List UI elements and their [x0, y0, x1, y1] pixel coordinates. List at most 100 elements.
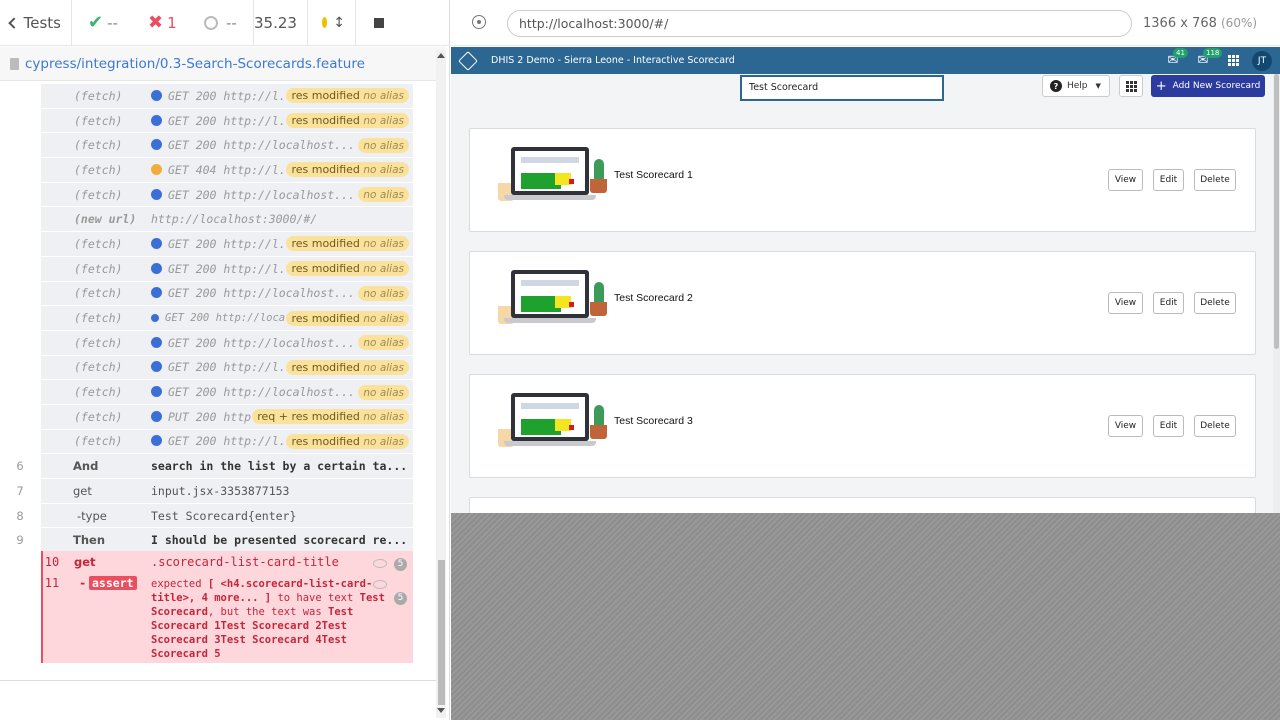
- assert-label: assert: [89, 576, 137, 590]
- help-button[interactable]: ? Help ▼: [1042, 75, 1110, 97]
- tests-label: Tests: [23, 13, 61, 32]
- stop-icon: [374, 17, 384, 28]
- chevron-left-icon: [8, 16, 20, 29]
- run-duration: 35.23: [254, 0, 308, 46]
- command-badge: no alias: [358, 137, 409, 153]
- delete-button[interactable]: Delete: [1194, 292, 1236, 314]
- command-badge: no alias: [358, 335, 409, 351]
- reporter-scrollbar-thumb[interactable]: [438, 560, 445, 705]
- apps-grid-icon: [1227, 55, 1239, 66]
- scorecard-card[interactable]: Test Scorecard 1 View Edit Delete: [469, 128, 1256, 232]
- command-row[interactable]: (fetch) GET 200 http://l... res modified n…: [41, 429, 413, 455]
- command-badge: res modified no alias: [286, 236, 409, 252]
- command-badge: req + res modified no alias: [252, 409, 409, 425]
- request-dot-icon: [151, 386, 162, 398]
- edit-button[interactable]: Edit: [1153, 169, 1184, 191]
- file-icon: [10, 57, 19, 70]
- scorecard-title: Test Scorecard 3: [614, 415, 693, 427]
- scorecard-card[interactable]: [469, 497, 1256, 513]
- command-row[interactable]: (fetch) GET 200 http://l... res modified n…: [41, 84, 413, 109]
- step-row[interactable]: 8 -type Test Scorecard{enter}: [16, 503, 413, 529]
- apps-menu-button[interactable]: [1218, 55, 1248, 66]
- dhis2-logo-icon[interactable]: [458, 50, 478, 71]
- request-dot-icon: [151, 336, 162, 348]
- delete-button[interactable]: Delete: [1194, 415, 1236, 437]
- view-button[interactable]: View: [1108, 415, 1143, 437]
- command-row[interactable]: (fetch) GET 200 http://l... res modified n…: [41, 256, 413, 282]
- aut-url-bar[interactable]: http://localhost:3000/#/: [507, 10, 1132, 37]
- command-row[interactable]: (fetch) GET 200 http://localhost... no ali…: [41, 330, 413, 356]
- delete-button[interactable]: Delete: [1194, 169, 1236, 191]
- command-row[interactable]: (fetch) GET 404 http://l... res modified n…: [41, 158, 413, 183]
- command-badge: res modified no alias: [286, 261, 409, 277]
- eye-slash-icon: [373, 559, 387, 568]
- scorecard-card[interactable]: Test Scorecard 2 View Edit Delete: [469, 251, 1256, 355]
- question-icon: ?: [1050, 80, 1062, 92]
- app-iframe: DHIS 2 Demo - Sierra Leone - Interactive…: [451, 47, 1280, 513]
- pending-circle-icon: [204, 15, 218, 30]
- pending-count: --: [182, 0, 254, 46]
- command-row[interactable]: (new url) http://localhost:3000/#/: [41, 207, 413, 233]
- messages-button[interactable]: ✉ 118: [1188, 48, 1223, 68]
- request-dot-icon: [151, 237, 162, 249]
- scorecard-thumbnail: [494, 268, 614, 328]
- failed-get-row[interactable]: 10 get .scorecard-list-card-title 5: [43, 555, 413, 573]
- updown-arrow-icon: ↕: [333, 14, 345, 31]
- tests-button[interactable]: Tests: [0, 0, 72, 46]
- request-dot-icon: [151, 139, 162, 151]
- request-dot-icon: [151, 361, 162, 373]
- app-scrollbar-thumb[interactable]: [1274, 74, 1279, 349]
- command-log: (fetch) GET 200 http://l... res modified n…: [16, 84, 413, 554]
- command-badge: no alias: [358, 285, 409, 301]
- edit-button[interactable]: Edit: [1153, 415, 1184, 437]
- cypress-reporter: Tests ✔ -- ✖ 1 -- 35.23 ↕ cypress/integr…: [0, 0, 450, 720]
- app-scrollbar[interactable]: [1273, 74, 1280, 513]
- command-row[interactable]: (fetch) GET 200 http://localhost... no ali…: [41, 380, 413, 405]
- command-row[interactable]: (fetch) GET 200 http://localhost... no ali…: [41, 133, 413, 159]
- stop-button[interactable]: [356, 0, 396, 46]
- scorecard-thumbnail: [494, 391, 614, 451]
- viewport-size: 1366 x 768 (60%): [1143, 16, 1258, 31]
- user-avatar[interactable]: JT: [1252, 50, 1272, 71]
- failed-command-block[interactable]: 10 get .scorecard-list-card-title 5 11 -…: [41, 551, 413, 663]
- command-row[interactable]: (fetch)PUT 200 http...req + res modified…: [41, 404, 413, 430]
- command-row[interactable]: (fetch)GET 200 http://loca...res modifie…: [41, 306, 413, 331]
- command-row[interactable]: (fetch) GET 200 http://localhost... no ali…: [41, 182, 413, 208]
- step-row[interactable]: 9 Then I should be presented scorecard re.…: [16, 528, 413, 554]
- dhis2-header-bar: DHIS 2 Demo - Sierra Leone - Interactive…: [451, 47, 1280, 74]
- command-badge: no alias: [358, 384, 409, 400]
- step-row[interactable]: 6 And search in the list by a certain ta..…: [16, 454, 413, 479]
- x-icon: ✖: [148, 12, 164, 33]
- command-row[interactable]: (fetch) GET 200 http://l... res modified n…: [41, 232, 413, 257]
- request-dot-icon: [151, 287, 162, 299]
- scroll-down-arrow-icon[interactable]: [437, 708, 445, 713]
- request-dot-icon: [151, 89, 162, 101]
- view-button[interactable]: View: [1108, 292, 1143, 314]
- spec-file-bar[interactable]: cypress/integration/0.3-Search-Scorecard…: [0, 47, 446, 81]
- passed-count: ✔ --: [88, 12, 118, 33]
- failed-count: ✖ 1: [148, 12, 177, 33]
- auto-scroll-toggle[interactable]: ↕: [308, 0, 356, 46]
- element-count-badge: 5: [394, 558, 407, 571]
- command-badge: res modified no alias: [286, 433, 409, 449]
- scorecard-thumbnail: [494, 145, 614, 205]
- scroll-up-arrow-icon[interactable]: [437, 53, 445, 58]
- request-dot-icon: [151, 410, 162, 422]
- view-button[interactable]: View: [1108, 169, 1143, 191]
- request-dot-icon: [151, 188, 162, 200]
- command-badge: no alias: [358, 187, 409, 203]
- selector-playground-icon[interactable]: [472, 15, 486, 29]
- step-row[interactable]: 7 get input.jsx-3353877153: [16, 479, 413, 504]
- reporter-divider: [0, 680, 436, 681]
- request-dot-icon: [151, 435, 162, 447]
- scorecard-search-input[interactable]: Test Scorecard: [740, 75, 944, 101]
- add-new-scorecard-button[interactable]: + Add New Scorecard: [1151, 75, 1265, 97]
- command-row[interactable]: (fetch) GET 200 http://l... res modified n…: [41, 355, 413, 381]
- scorecard-card[interactable]: Test Scorecard 3 View Edit Delete: [469, 374, 1256, 478]
- interpretations-button[interactable]: ✉ 41: [1158, 48, 1188, 68]
- grid-view-button[interactable]: [1119, 75, 1143, 97]
- edit-button[interactable]: Edit: [1153, 292, 1184, 314]
- command-row[interactable]: (fetch) GET 200 http://localhost... no ali…: [41, 281, 413, 307]
- element-count-badge: 5: [394, 592, 407, 605]
- command-row[interactable]: (fetch) GET 200 http://l... res modified n…: [41, 108, 413, 134]
